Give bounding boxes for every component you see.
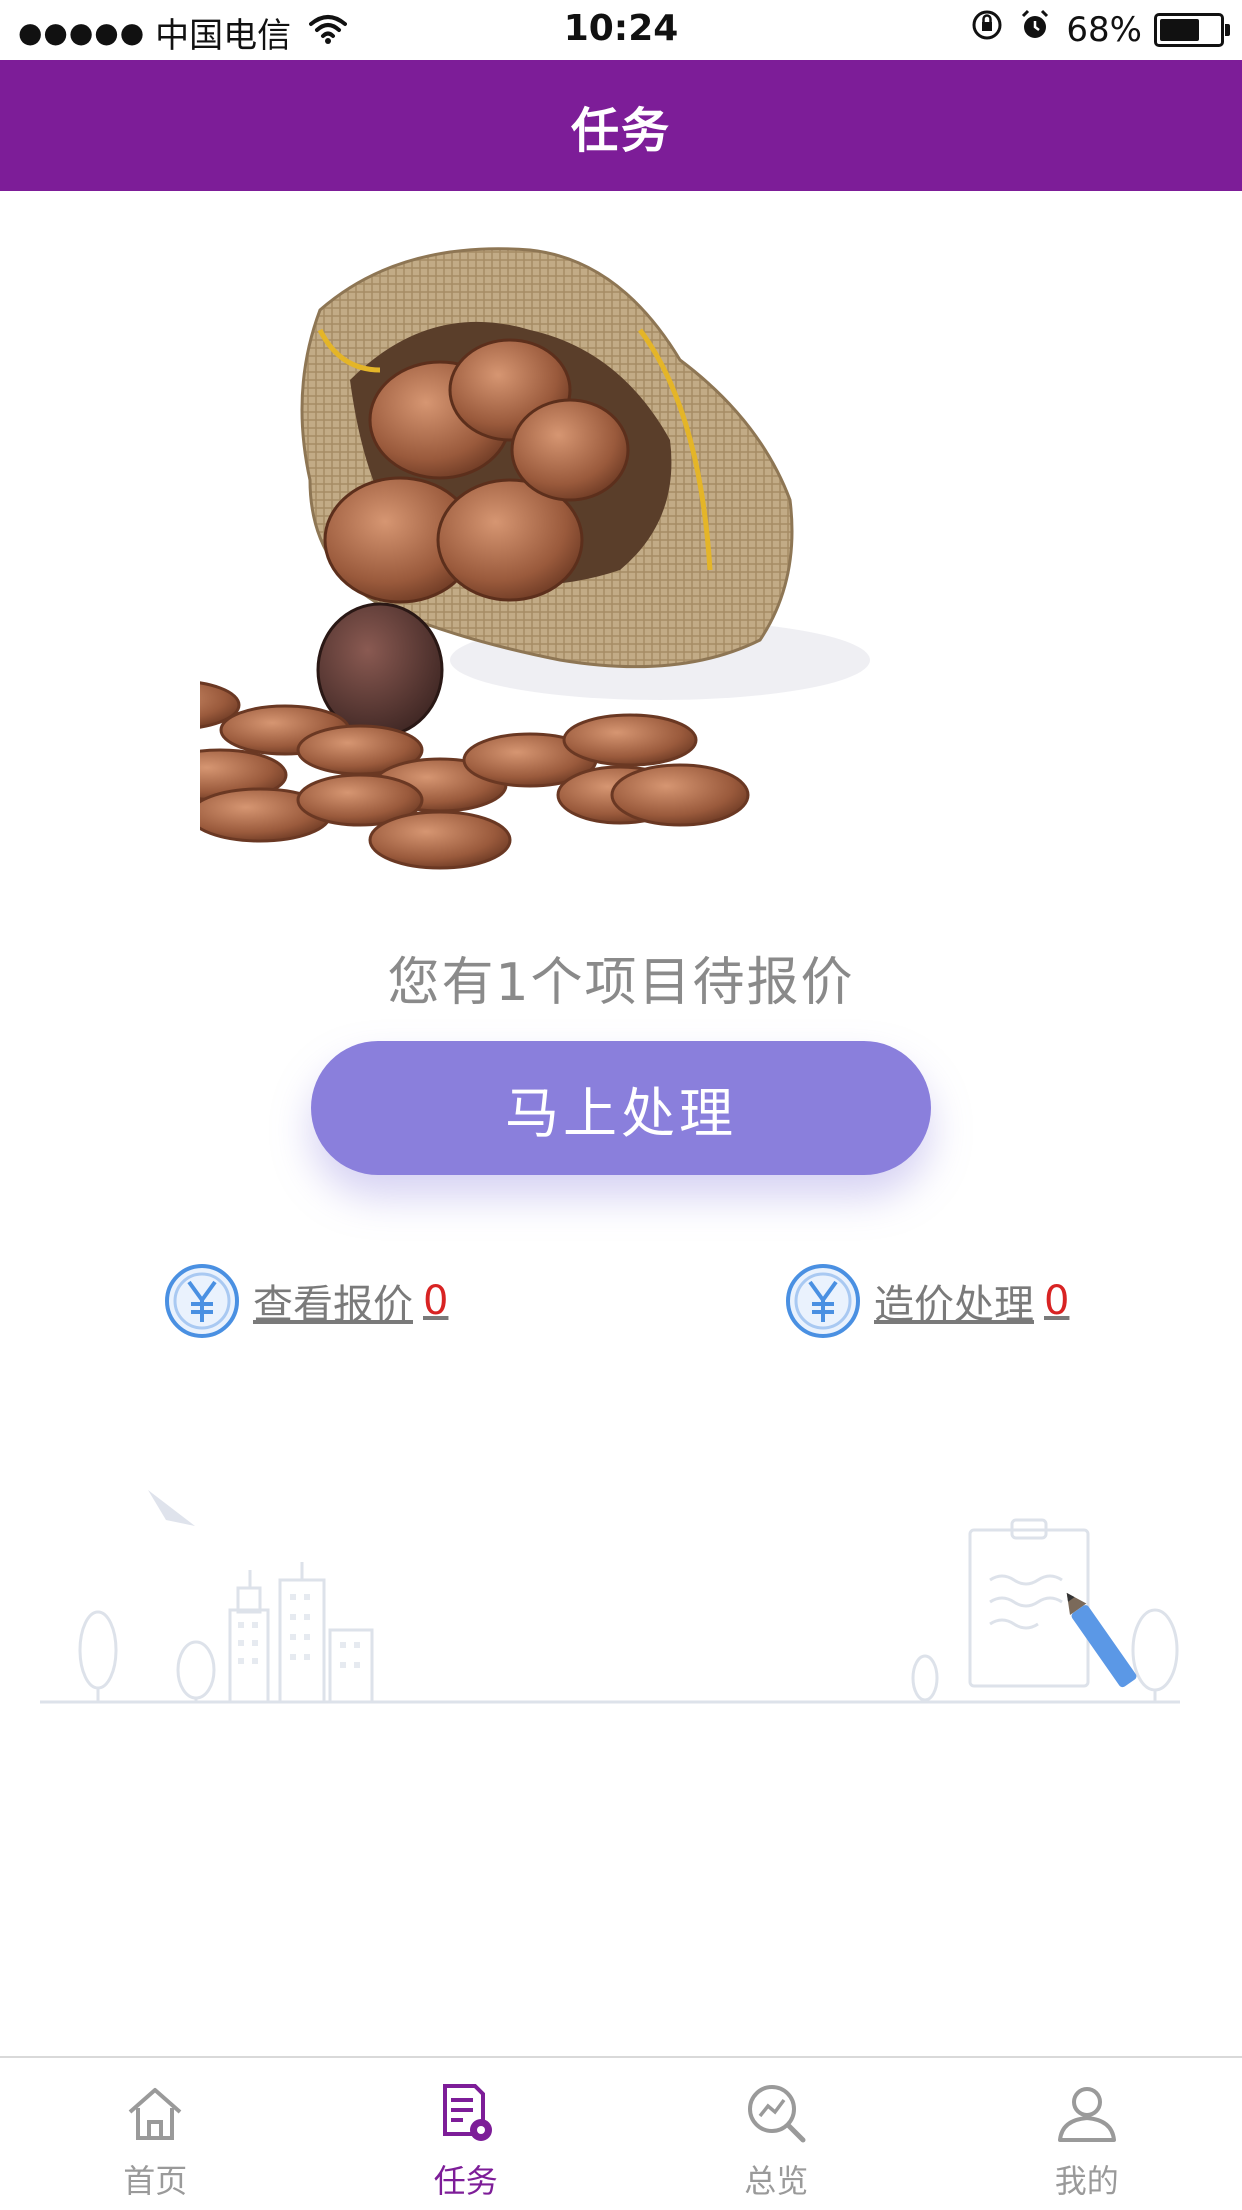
page-title: 任务 <box>571 91 671 161</box>
tab-profile-label: 我的 <box>1055 2156 1119 2202</box>
yen-icon <box>163 1262 241 1340</box>
tab-task-label: 任务 <box>434 2156 498 2202</box>
overview-icon <box>741 2078 811 2152</box>
cost-processing-link[interactable]: 造价处理 0 <box>784 1262 1069 1340</box>
tab-home-label: 首页 <box>123 2156 187 2202</box>
bottom-tab-bar: 首页 任务 总览 <box>0 2056 1242 2210</box>
battery-fill <box>1160 19 1199 41</box>
nav-header: 任务 <box>0 60 1242 191</box>
status-bar: ●●●●● 中国电信 10:24 68% <box>0 0 1242 60</box>
battery-icon <box>1154 13 1224 47</box>
view-quotes-link[interactable]: 查看报价 0 <box>163 1262 448 1340</box>
pending-quote-message: 您有1个项目待报价 <box>0 940 1242 1015</box>
home-icon <box>120 2078 190 2152</box>
cityscape-decoration <box>40 1470 1202 1730</box>
battery-percent: 68% <box>1066 10 1142 50</box>
task-icon <box>431 2078 501 2152</box>
view-quotes-label: 查看报价 <box>253 1272 413 1330</box>
tab-profile[interactable]: 我的 <box>932 2058 1242 2210</box>
tab-task[interactable]: 任务 <box>311 2058 622 2210</box>
cost-processing-label: 造价处理 <box>874 1272 1034 1330</box>
tab-overview-label: 总览 <box>744 2156 808 2202</box>
orientation-lock-icon <box>970 8 1004 51</box>
battery-cap <box>1225 24 1230 36</box>
cost-processing-count: 0 <box>1044 1278 1069 1324</box>
alarm-icon <box>1018 8 1052 51</box>
yen-icon <box>784 1262 862 1340</box>
process-now-button[interactable]: 马上处理 <box>311 1041 931 1175</box>
view-quotes-count: 0 <box>423 1278 448 1324</box>
tab-home[interactable]: 首页 <box>0 2058 311 2210</box>
coin-bag-illustration <box>200 240 900 880</box>
status-right: 68% <box>970 8 1224 51</box>
profile-icon <box>1052 2078 1122 2152</box>
tab-overview[interactable]: 总览 <box>621 2058 932 2210</box>
